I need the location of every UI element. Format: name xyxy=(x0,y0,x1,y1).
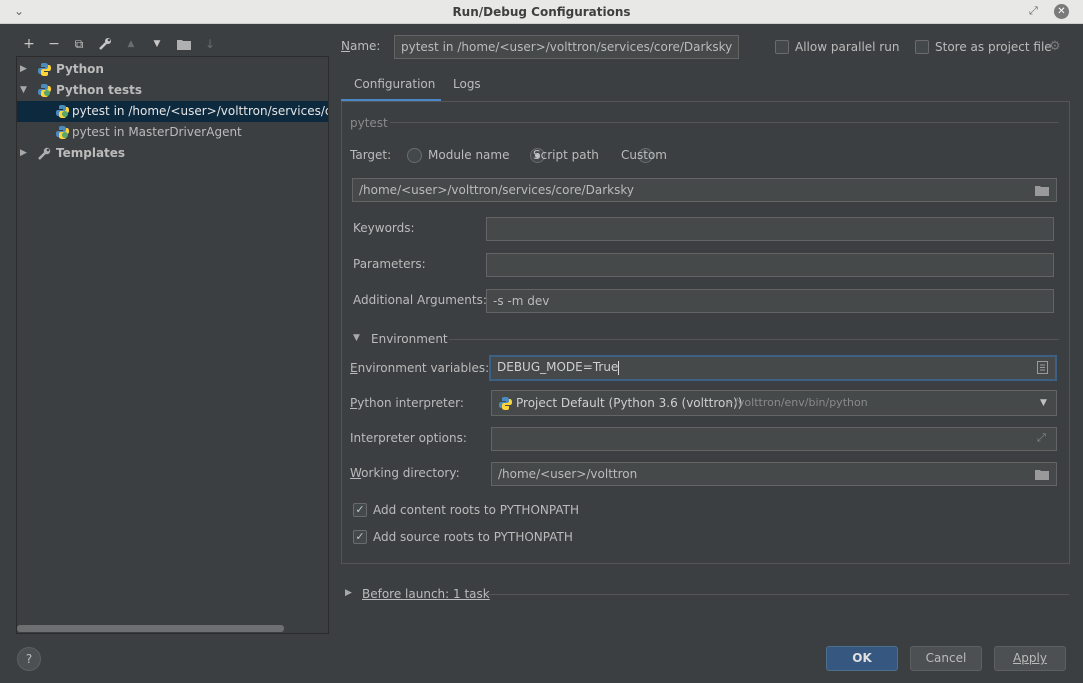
expand-arrow-icon[interactable]: ▶ xyxy=(345,588,352,598)
working-dir-input[interactable]: /home/<user>/volttron xyxy=(491,462,1057,486)
folder-icon[interactable] xyxy=(1035,469,1049,483)
interp-options-input[interactable] xyxy=(491,427,1057,451)
tree-item-python[interactable]: ▶ Python xyxy=(17,59,328,80)
sort-icon[interactable]: ↓ xyxy=(199,32,221,56)
expand-arrow-icon[interactable]: ▶ xyxy=(20,143,27,164)
window-title: Run/Debug Configurations xyxy=(452,5,631,19)
before-launch-label[interactable]: Before launch: 1 task xyxy=(362,587,490,601)
module-name-label: Module name xyxy=(428,148,510,162)
store-project-checkbox[interactable] xyxy=(915,40,929,54)
expand-arrow-icon[interactable]: ▶ xyxy=(20,59,27,80)
chevron-down-icon[interactable]: ▼ xyxy=(1040,391,1047,415)
parameters-label: Parameters: xyxy=(353,257,426,271)
name-input[interactable]: pytest in /home/<user>/volttron/services… xyxy=(394,35,739,59)
source-roots-checkbox[interactable]: ✓ xyxy=(353,530,367,544)
tree-item-templates[interactable]: ▶ Templates xyxy=(17,143,328,164)
env-vars-value: DEBUG_MODE=True xyxy=(497,360,619,374)
env-vars-input[interactable]: DEBUG_MODE=True xyxy=(489,355,1057,381)
gear-icon[interactable]: ⚙ xyxy=(1049,39,1061,54)
pytest-icon xyxy=(56,105,69,118)
move-down-icon[interactable]: ▼ xyxy=(146,32,168,56)
section-divider xyxy=(390,122,1059,123)
tree-item-label: pytest in MasterDriverAgent xyxy=(72,125,242,139)
wrench-icon xyxy=(38,147,51,160)
target-label: Target: xyxy=(350,148,392,162)
allow-parallel-label: Allow parallel run xyxy=(795,40,900,54)
keywords-input[interactable] xyxy=(486,217,1054,241)
interpreter-path: ~/volttron/env/bin/python xyxy=(725,396,868,409)
section-divider xyxy=(449,339,1059,340)
add-icon[interactable]: + xyxy=(18,32,40,56)
pytest-icon xyxy=(56,126,69,139)
additional-arguments-label: Additional Arguments: xyxy=(353,293,487,307)
tree-item-label: Python xyxy=(56,62,104,76)
parameters-input[interactable] xyxy=(486,253,1054,277)
cancel-button[interactable]: Cancel xyxy=(910,646,982,671)
expand-icon[interactable]: ⤢ xyxy=(1037,431,1046,445)
tree-item-pytest-masterdriver[interactable]: pytest in MasterDriverAgent xyxy=(17,122,328,143)
tab-configuration[interactable]: Configuration xyxy=(341,72,441,102)
configuration-panel xyxy=(341,102,1070,564)
content-roots-label: Add content roots to PYTHONPATH xyxy=(373,503,579,517)
interpreter-select[interactable]: Project Default (Python 3.6 (volttron)) … xyxy=(491,390,1057,416)
config-toolbar: + − ⧉ ▲ ▼ ↓ xyxy=(16,32,329,56)
wrench-icon[interactable] xyxy=(94,32,116,56)
keywords-label: Keywords: xyxy=(353,221,415,235)
move-up-icon[interactable]: ▲ xyxy=(120,32,142,56)
close-icon[interactable]: ✕ xyxy=(1054,4,1069,19)
name-label: Name: xyxy=(341,39,381,53)
tree-item-label: Python tests xyxy=(56,83,142,97)
script-path-label: Script path xyxy=(533,148,599,162)
interpreter-label: Python interpreter: xyxy=(350,396,464,410)
new-folder-icon[interactable] xyxy=(173,32,195,56)
tree-item-pytest-darksky[interactable]: pytest in /home/<user>/volttron/services… xyxy=(17,101,328,122)
store-project-label: Store as project file xyxy=(935,40,1052,54)
tab-logs[interactable]: Logs xyxy=(453,72,493,102)
allow-parallel-checkbox[interactable] xyxy=(775,40,789,54)
interpreter-value: Project Default (Python 3.6 (volttron)) xyxy=(516,396,743,410)
additional-arguments-input[interactable]: -s -m dev xyxy=(486,289,1054,313)
module-name-radio[interactable] xyxy=(407,148,422,163)
python-tests-icon xyxy=(38,84,51,97)
python-icon xyxy=(499,397,512,410)
tree-item-label: Templates xyxy=(56,146,126,160)
config-tree: ▶ Python ▼ Python tests pytest in /home/… xyxy=(16,56,329,634)
help-button[interactable]: ? xyxy=(17,647,41,671)
environment-section-title: Environment xyxy=(371,332,448,346)
content-roots-checkbox[interactable]: ✓ xyxy=(353,503,367,517)
remove-icon[interactable]: − xyxy=(43,32,65,56)
restore-icon[interactable]: ⤢ xyxy=(1029,4,1038,18)
script-path-input[interactable]: /home/<user>/volttron/services/core/Dark… xyxy=(352,178,1057,202)
section-divider xyxy=(486,594,1069,595)
copy-icon[interactable]: ⧉ xyxy=(68,32,90,56)
python-icon xyxy=(38,63,51,76)
pytest-section-title: pytest xyxy=(350,116,388,130)
source-roots-label: Add source roots to PYTHONPATH xyxy=(373,530,573,544)
window-titlebar: ⌄ Run/Debug Configurations ⤢ ✕ xyxy=(0,0,1083,24)
tree-item-label: pytest in /home/<user>/volttron/services… xyxy=(72,104,328,118)
ok-button[interactable]: OK xyxy=(826,646,898,671)
collapse-arrow-icon[interactable]: ▼ xyxy=(353,333,360,343)
custom-label: Custom xyxy=(621,148,667,162)
folder-icon[interactable] xyxy=(1035,185,1049,199)
tree-item-python-tests[interactable]: ▼ Python tests xyxy=(17,80,328,101)
interp-options-label: Interpreter options: xyxy=(350,431,467,445)
apply-button[interactable]: Apply xyxy=(994,646,1066,671)
tree-horizontal-scrollbar[interactable] xyxy=(17,625,284,632)
collapse-arrow-icon[interactable]: ▼ xyxy=(20,80,27,101)
env-vars-edit-icon[interactable] xyxy=(1037,361,1048,377)
env-vars-label: Environment variables: xyxy=(350,361,490,375)
working-dir-label: Working directory: xyxy=(350,466,460,480)
